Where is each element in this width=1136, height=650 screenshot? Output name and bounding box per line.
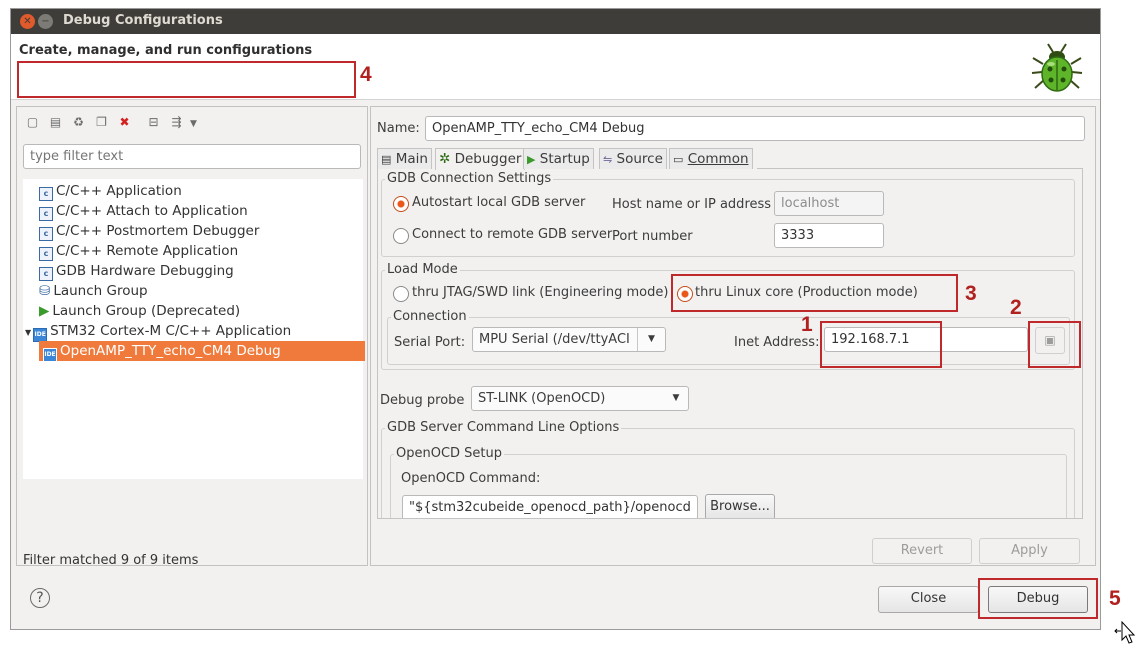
revert-button[interactable]: Revert bbox=[872, 538, 972, 564]
name-label: Name: bbox=[377, 121, 420, 136]
close-window-icon[interactable]: ✕ bbox=[20, 14, 35, 29]
chevron-down-icon[interactable]: ▼ bbox=[186, 117, 201, 132]
move-cursor-icon bbox=[1114, 621, 1136, 644]
tree-item-openamp-debug[interactable]: IDE OpenAMP_TTY_echo_CM4 Debug bbox=[39, 341, 365, 362]
openocd-command-label: OpenOCD Command: bbox=[401, 471, 541, 486]
tab-common[interactable]: ▭ Common bbox=[669, 148, 753, 169]
autostart-radio[interactable] bbox=[393, 196, 409, 212]
tree-item-cpp-postmortem[interactable]: c C/C++ Postmortem Debugger bbox=[39, 222, 259, 241]
browse-button[interactable]: Browse... bbox=[705, 494, 775, 518]
tree-item-cpp-remote[interactable]: c C/C++ Remote Application bbox=[39, 242, 238, 261]
annotation-box-5 bbox=[978, 578, 1098, 619]
bug-icon bbox=[1031, 43, 1083, 92]
serial-port-label: Serial Port: bbox=[394, 335, 466, 350]
debugger-icon: ✲ bbox=[439, 151, 451, 167]
annotation-number-3: 3 bbox=[965, 282, 977, 305]
annotation-box-3 bbox=[671, 274, 958, 312]
configuration-editor: Name: ▤ Main ✲ Debugger ▶ Startup ⇋ Sour… bbox=[370, 106, 1096, 566]
annotation-number-5: 5 bbox=[1109, 587, 1121, 610]
tree-item-cpp-attach[interactable]: c C/C++ Attach to Application bbox=[39, 202, 248, 221]
list-toolbar: ▢ ▤ ♻ ❐ ✖ ⊟ ⇶ ▼ bbox=[25, 115, 209, 133]
export-icon[interactable]: ♻ bbox=[71, 115, 86, 130]
c-config-icon: c bbox=[39, 247, 53, 261]
gdb-connection-group bbox=[381, 179, 1075, 257]
annotation-number-1: 1 bbox=[801, 313, 813, 336]
jtag-label: thru JTAG/SWD link (Engineering mode) bbox=[412, 285, 669, 300]
document-icon: ▤ bbox=[381, 153, 392, 166]
annotation-number-4: 4 bbox=[360, 63, 372, 86]
configuration-list-panel: ▢▤♻❐✖⊟⇶▼ cC/C++ Application cC/C++ Attac… bbox=[16, 106, 368, 568]
tree-item-cpp-application[interactable]: c C/C++ Application bbox=[39, 182, 182, 201]
host-input bbox=[774, 191, 884, 216]
header-subtitle: Create, manage, and run configurations bbox=[19, 43, 313, 58]
gdb-server-title: GDB Server Command Line Options bbox=[385, 420, 622, 435]
filter-input[interactable] bbox=[23, 144, 361, 169]
title-bar: ✕ − Debug Configurations bbox=[11, 9, 1100, 34]
port-label: Port number bbox=[612, 229, 693, 244]
chevron-down-icon: ▼ bbox=[637, 328, 665, 351]
host-label: Host name or IP address bbox=[612, 197, 772, 212]
tree-item-launch-group-deprecated[interactable]: ▶ Launch Group (Deprecated) bbox=[39, 302, 240, 321]
tree-item-launch-group[interactable]: ⛁ Launch Group bbox=[39, 282, 148, 301]
expand-arrow-icon[interactable]: ▼ bbox=[25, 328, 31, 337]
c-config-icon: c bbox=[39, 207, 53, 221]
tab-source[interactable]: ⇋ Source bbox=[599, 148, 667, 169]
launch-group-icon: ⛁ bbox=[39, 283, 51, 299]
tree-item-stm32[interactable]: ▼ IDE STM32 Cortex-M C/C++ Application bbox=[25, 322, 291, 342]
c-config-icon: c bbox=[39, 267, 53, 281]
ide-icon: IDE bbox=[43, 348, 57, 362]
play-icon: ▶ bbox=[527, 153, 536, 166]
chevron-down-icon: ▼ bbox=[672, 393, 680, 403]
new-config-icon[interactable]: ▢ bbox=[25, 115, 40, 130]
configuration-tree: c C/C++ Application c C/C++ Attach to Appl… bbox=[23, 179, 365, 479]
filter-status: Filter matched 9 of 9 items bbox=[23, 553, 199, 568]
common-icon: ▭ bbox=[673, 153, 684, 166]
new-prototype-icon[interactable]: ▤ bbox=[48, 115, 63, 130]
tab-main[interactable]: ▤ Main bbox=[377, 148, 432, 169]
duplicate-icon[interactable]: ❐ bbox=[94, 115, 109, 130]
load-mode-title: Load Mode bbox=[385, 262, 460, 277]
help-icon[interactable]: ? bbox=[30, 588, 50, 608]
port-input[interactable] bbox=[774, 223, 884, 248]
autostart-label: Autostart local GDB server bbox=[412, 195, 586, 210]
remote-radio[interactable] bbox=[393, 228, 409, 244]
window-title: Debug Configurations bbox=[63, 13, 223, 28]
openocd-command-input[interactable] bbox=[402, 495, 698, 518]
connection-title: Connection bbox=[391, 309, 469, 324]
close-button[interactable]: Close bbox=[878, 586, 979, 613]
debug-probe-select[interactable]: ST-LINK (OpenOCD) ▼ bbox=[471, 386, 689, 411]
dialog-window: ✕ − Debug Configurations Create, manage,… bbox=[10, 8, 1101, 630]
ide-icon: IDE bbox=[33, 328, 48, 342]
annotation-number-2: 2 bbox=[1010, 296, 1022, 319]
play-icon: ▶ bbox=[39, 303, 50, 319]
openocd-setup-title: OpenOCD Setup bbox=[394, 446, 505, 461]
gdb-connection-title: GDB Connection Settings bbox=[385, 171, 554, 186]
annotation-box-4 bbox=[17, 61, 356, 98]
tab-startup[interactable]: ▶ Startup bbox=[523, 148, 594, 169]
tab-content: GDB Connection Settings Autostart local … bbox=[377, 169, 1083, 519]
tab-debugger[interactable]: ✲ Debugger bbox=[435, 148, 526, 170]
name-input[interactable] bbox=[425, 116, 1085, 141]
annotation-box-2 bbox=[1028, 321, 1081, 368]
collapse-all-icon[interactable]: ⊟ bbox=[146, 115, 161, 130]
tab-bar: ▤ Main ✲ Debugger ▶ Startup ⇋ Source ▭ C… bbox=[377, 148, 1083, 170]
serial-port-select[interactable]: MPU Serial (/dev/ttyACI ▼ bbox=[472, 327, 666, 352]
jtag-radio[interactable] bbox=[393, 286, 409, 302]
tree-item-gdb-hardware[interactable]: c GDB Hardware Debugging bbox=[39, 262, 234, 281]
remote-label: Connect to remote GDB server bbox=[412, 227, 613, 242]
filter-icon[interactable]: ⇶ bbox=[169, 115, 184, 130]
annotation-box-1 bbox=[820, 321, 942, 368]
c-config-icon: c bbox=[39, 227, 53, 241]
apply-button[interactable]: Apply bbox=[979, 538, 1080, 564]
source-icon: ⇋ bbox=[603, 153, 613, 166]
debug-probe-label: Debug probe bbox=[380, 393, 465, 408]
c-config-icon: c bbox=[39, 187, 53, 201]
inet-address-label: Inet Address: bbox=[734, 335, 820, 350]
delete-icon[interactable]: ✖ bbox=[117, 115, 132, 130]
minimize-window-icon[interactable]: − bbox=[38, 14, 53, 29]
